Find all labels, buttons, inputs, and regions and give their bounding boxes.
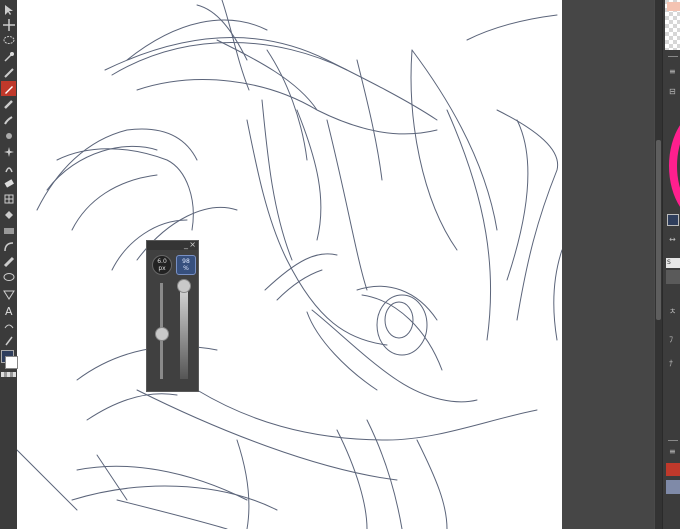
decoration-icon[interactable] xyxy=(1,144,16,159)
panel-menu-icon[interactable]: ≡ xyxy=(669,68,676,76)
panel-option-icon-3[interactable]: ﾅ xyxy=(669,360,673,368)
brush-icon[interactable] xyxy=(1,113,16,128)
frame-icon[interactable] xyxy=(1,192,16,207)
panel-main-color[interactable] xyxy=(667,214,679,226)
operation-icon[interactable] xyxy=(1,334,16,349)
transparent-color-swatch[interactable] xyxy=(1,372,16,377)
popup-titlebar[interactable]: _ × xyxy=(147,241,198,250)
svg-text:A: A xyxy=(5,305,13,316)
minimize-icon[interactable]: _ xyxy=(184,241,188,249)
layer-panel-menu-icon[interactable]: ≡ xyxy=(669,448,676,456)
selected-layer-row[interactable] xyxy=(666,480,680,494)
swap-color-icon[interactable]: ↔ xyxy=(669,236,676,244)
brush-size-slider-thumb[interactable] xyxy=(155,326,169,341)
layer-thumbnail[interactable] xyxy=(666,463,680,476)
panel-option-icon-2[interactable]: ﾌ xyxy=(669,336,673,344)
brush-opacity-slider-track[interactable] xyxy=(180,283,188,379)
eraser-icon[interactable] xyxy=(1,176,16,191)
brush-opacity-value: 98 xyxy=(182,258,190,265)
brush-opacity-unit: % xyxy=(183,265,189,272)
correct-line-icon[interactable] xyxy=(1,318,16,333)
brush-opacity-slider-thumb[interactable] xyxy=(177,278,191,293)
panel-option-icon[interactable]: ㅊ xyxy=(669,308,676,316)
line-tool-icon[interactable] xyxy=(1,286,16,301)
sub-color-swatch[interactable] xyxy=(5,356,18,369)
workspace-gutter xyxy=(562,0,654,529)
select-arrow-icon[interactable] xyxy=(1,2,16,17)
tool-palette: A xyxy=(0,0,18,529)
magic-wand-icon[interactable] xyxy=(1,49,16,64)
panel-divider xyxy=(668,440,678,441)
pen-icon[interactable] xyxy=(1,81,16,96)
text-icon[interactable]: A xyxy=(1,302,16,317)
fill-icon[interactable] xyxy=(1,207,16,222)
brush-size-readout: 6.0 px xyxy=(152,255,172,275)
brush-size-value: 6.0 xyxy=(157,258,167,265)
color-wheel[interactable] xyxy=(669,108,680,224)
brush-opacity-readout: 98 % xyxy=(176,255,196,275)
airbrush-icon[interactable] xyxy=(1,128,16,143)
panel-tab-icon[interactable]: ⊟ xyxy=(669,88,676,96)
canvas-vertical-scrollbar[interactable] xyxy=(655,0,662,529)
right-panel: ≡ ⊟ ↔ S ㅊ ﾌ ﾅ ≡ xyxy=(662,0,680,529)
layer-mode-field[interactable]: S xyxy=(666,258,680,268)
blend-icon[interactable] xyxy=(1,160,16,175)
pencil-icon[interactable] xyxy=(1,97,16,112)
lasso-icon[interactable] xyxy=(1,34,16,49)
move-icon[interactable] xyxy=(1,18,16,33)
brush-size-unit: px xyxy=(158,265,166,272)
ruler-icon[interactable] xyxy=(1,255,16,270)
drawing-canvas[interactable] xyxy=(17,0,562,529)
balloon-icon[interactable] xyxy=(1,271,16,286)
sketch-artwork xyxy=(17,0,562,529)
panel-divider xyxy=(668,56,678,57)
close-icon[interactable]: × xyxy=(189,241,196,249)
gradient-icon[interactable] xyxy=(1,223,16,238)
curve-icon[interactable] xyxy=(1,239,16,254)
layer-opacity-field[interactable] xyxy=(666,270,680,284)
recent-color-swatch[interactable] xyxy=(667,2,680,11)
scrollbar-thumb[interactable] xyxy=(656,140,661,320)
eyedropper-icon[interactable] xyxy=(1,65,16,80)
brush-size-popup: _ × 6.0 px 98 % xyxy=(146,240,199,392)
